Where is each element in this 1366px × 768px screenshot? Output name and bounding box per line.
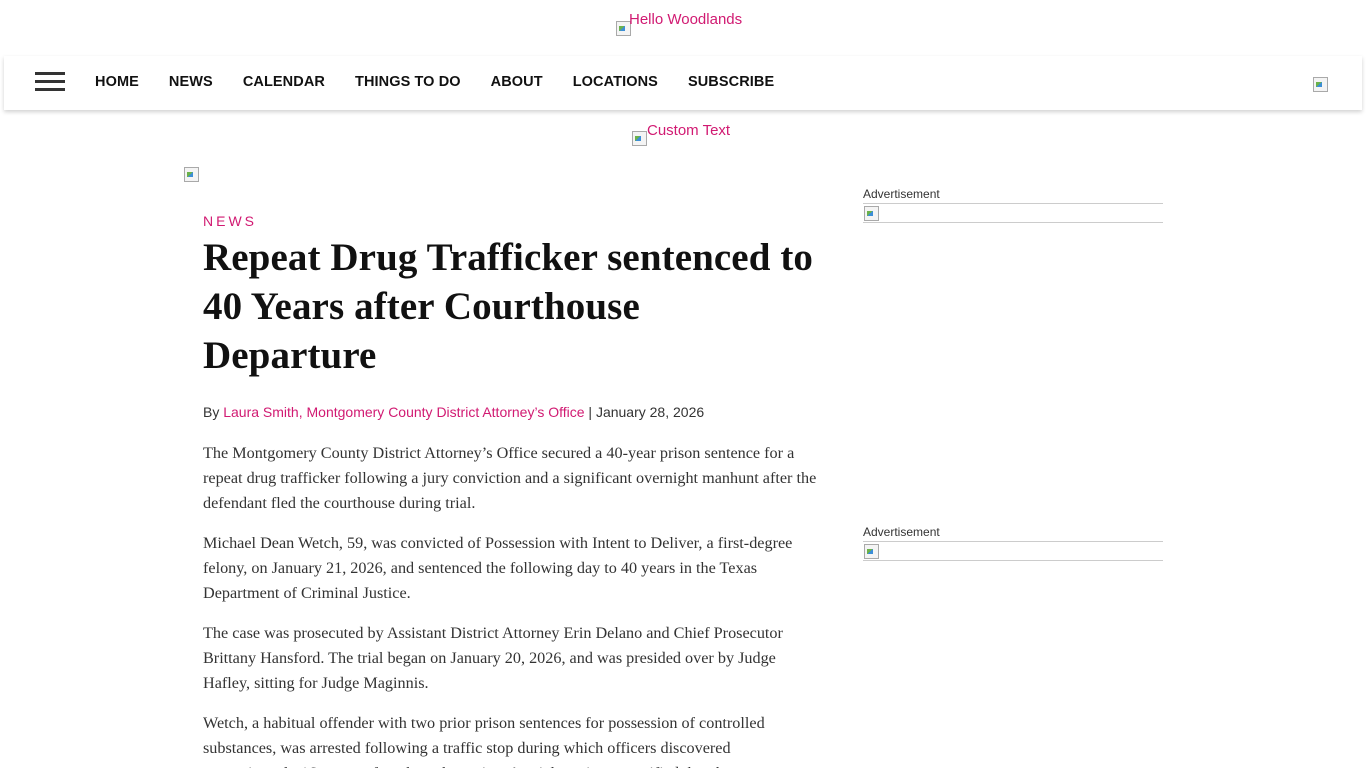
nav-item-news[interactable]: NEWS bbox=[169, 74, 213, 90]
article-paragraph: The Montgomery County District Attorney’… bbox=[203, 444, 817, 512]
custom-text-banner[interactable]: Custom Text bbox=[631, 122, 751, 147]
article: NEWS Repeat Drug Trafficker sentenced to… bbox=[203, 213, 823, 768]
byline-prefix: By bbox=[203, 404, 220, 420]
nav-right-image-icon[interactable] bbox=[1312, 76, 1328, 92]
article-body: The Montgomery County District Attorney’… bbox=[203, 441, 823, 768]
site-logo[interactable]: Hello Woodlands bbox=[615, 11, 755, 37]
ad-label: Advertisement bbox=[863, 525, 940, 539]
main-navigation: HOME NEWS CALENDAR THINGS TO DO ABOUT LO… bbox=[4, 56, 1362, 110]
hamburger-menu-icon[interactable] bbox=[35, 72, 65, 92]
article-byline: By Laura Smith, Montgomery County Distri… bbox=[203, 404, 823, 420]
article-paragraph: Wetch, a habitual offender with two prio… bbox=[203, 714, 765, 768]
ad-image-icon bbox=[863, 205, 879, 221]
ad-banner[interactable] bbox=[863, 541, 1163, 561]
nav-item-about[interactable]: ABOUT bbox=[491, 74, 543, 90]
article-paragraph: The case was prosecuted by Assistant Dis… bbox=[203, 624, 783, 692]
nav-item-calendar[interactable]: CALENDAR bbox=[243, 74, 325, 90]
article-category[interactable]: NEWS bbox=[203, 213, 823, 229]
banner-image-icon bbox=[631, 130, 647, 146]
ad-banner[interactable] bbox=[863, 203, 1163, 223]
banner-alt-text: Custom Text bbox=[647, 122, 731, 139]
article-featured-image-icon bbox=[183, 166, 199, 182]
nav-item-things-to-do[interactable]: THINGS TO DO bbox=[355, 74, 461, 90]
author-link[interactable]: Laura Smith, Montgomery County District … bbox=[223, 404, 584, 420]
ad-image-icon bbox=[863, 543, 879, 559]
nav-menu: HOME NEWS CALENDAR THINGS TO DO ABOUT LO… bbox=[95, 74, 804, 90]
article-paragraph: Michael Dean Wetch, 59, was convicted of… bbox=[203, 534, 793, 602]
sidebar-ad-2: Advertisement bbox=[863, 525, 1163, 561]
ad-label: Advertisement bbox=[863, 187, 940, 201]
nav-item-home[interactable]: HOME bbox=[95, 74, 139, 90]
nav-item-locations[interactable]: LOCATIONS bbox=[573, 74, 658, 90]
nav-item-subscribe[interactable]: SUBSCRIBE bbox=[688, 74, 774, 90]
logo-alt-text: Hello Woodlands bbox=[629, 11, 743, 28]
article-title: Repeat Drug Trafficker sentenced to 40 Y… bbox=[203, 236, 814, 377]
byline-separator: | bbox=[588, 404, 593, 420]
article-date: January 28, 2026 bbox=[595, 404, 705, 420]
sidebar-ad-1: Advertisement bbox=[863, 187, 1163, 223]
